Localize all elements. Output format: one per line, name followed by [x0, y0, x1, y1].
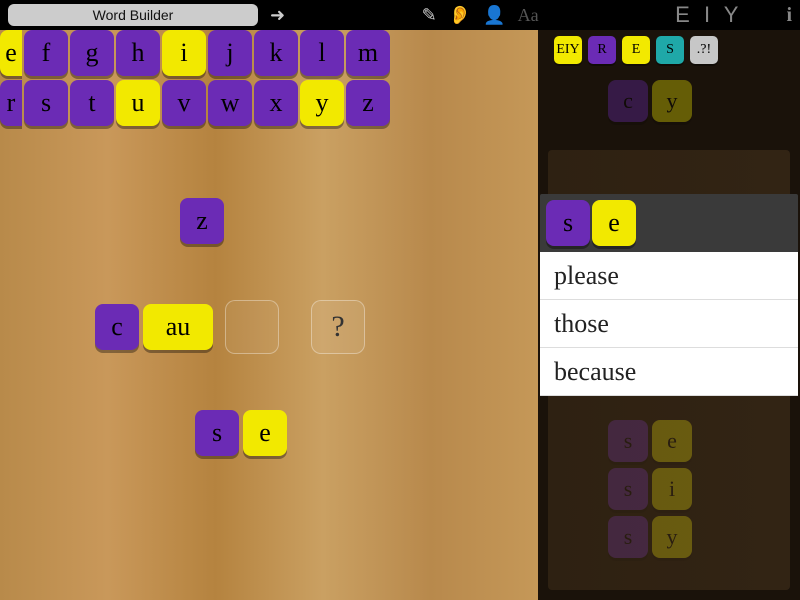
- tile-R[interactable]: R: [588, 36, 616, 64]
- tile-S[interactable]: S: [656, 36, 684, 64]
- tile-s[interactable]: s: [24, 80, 68, 126]
- tile-y[interactable]: y: [300, 80, 344, 126]
- tile-j[interactable]: j: [208, 30, 252, 76]
- hint-slot[interactable]: ?: [311, 300, 365, 354]
- tile-e[interactable]: e: [0, 30, 22, 76]
- tile-c[interactable]: c: [608, 80, 648, 122]
- tile-h[interactable]: h: [116, 30, 160, 76]
- word-those[interactable]: those: [540, 300, 798, 348]
- tile-y[interactable]: y: [652, 80, 692, 122]
- title-button[interactable]: Word Builder: [8, 4, 258, 26]
- tile-E[interactable]: E: [622, 36, 650, 64]
- tile-e[interactable]: e: [592, 200, 636, 246]
- tile-s[interactable]: s: [195, 410, 239, 456]
- tile-z[interactable]: z: [346, 80, 390, 126]
- ear-icon[interactable]: 👂: [449, 5, 471, 26]
- tile-s[interactable]: s: [546, 200, 590, 246]
- mode-label: E I Y: [675, 2, 742, 28]
- tile-r[interactable]: r: [0, 80, 22, 126]
- next-icon[interactable]: ➜: [270, 5, 285, 26]
- tile-f[interactable]: f: [24, 30, 68, 76]
- tile-g[interactable]: g: [70, 30, 114, 76]
- info-icon[interactable]: i: [786, 4, 792, 27]
- word-please[interactable]: please: [540, 252, 798, 300]
- tile-m[interactable]: m: [346, 30, 390, 76]
- font-icon[interactable]: Aa: [518, 5, 539, 26]
- tile-k[interactable]: k: [254, 30, 298, 76]
- pencil-icon[interactable]: ✎: [422, 5, 437, 26]
- tile-e[interactable]: e: [243, 410, 287, 456]
- tile-l[interactable]: l: [300, 30, 344, 76]
- tile-EIY[interactable]: EIY: [554, 36, 582, 64]
- tile-.?![interactable]: .?!: [690, 36, 718, 64]
- tile-au[interactable]: au: [143, 304, 213, 350]
- tile-w[interactable]: w: [208, 80, 252, 126]
- tile-z[interactable]: z: [180, 198, 224, 244]
- tile-c[interactable]: c: [95, 304, 139, 350]
- word-list-panel: se pleasethosebecause: [540, 194, 798, 396]
- word-because[interactable]: because: [540, 348, 798, 396]
- board-area[interactable]: efghijklm rstuvwxyz z c au ? s e: [0, 30, 538, 600]
- tile-t[interactable]: t: [70, 80, 114, 126]
- person-icon[interactable]: 👤: [483, 5, 505, 26]
- tile-v[interactable]: v: [162, 80, 206, 126]
- tile-i[interactable]: i: [162, 30, 206, 76]
- tile-u[interactable]: u: [116, 80, 160, 126]
- tile-x[interactable]: x: [254, 80, 298, 126]
- empty-slot[interactable]: [225, 300, 279, 354]
